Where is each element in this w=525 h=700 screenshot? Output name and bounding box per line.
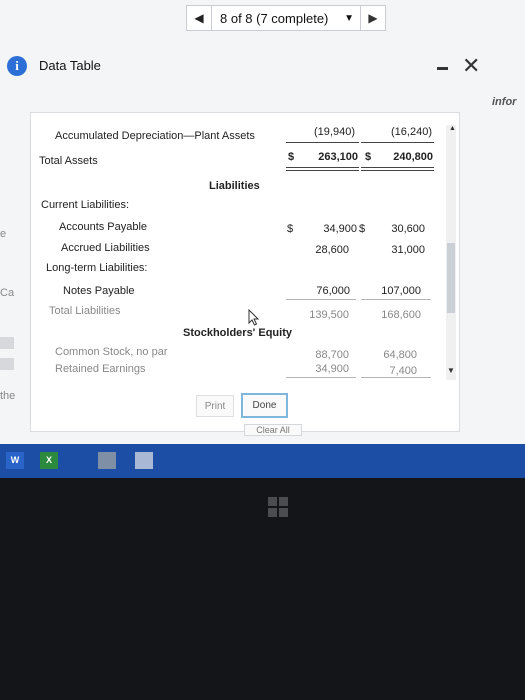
background-text: infor <box>492 96 517 108</box>
dialog-title: Data Table <box>39 58 101 73</box>
data-table-panel: Accumulated Depreciation—Plant Assets (1… <box>30 112 460 432</box>
background-text: the <box>0 390 16 402</box>
monitor-bezel <box>0 478 525 700</box>
previous-question-button[interactable]: ◀ <box>187 6 212 30</box>
done-button[interactable]: Done <box>241 393 288 418</box>
currency-symbol: $ <box>365 151 372 163</box>
next-question-button[interactable]: ▶ <box>360 6 385 30</box>
underline <box>361 299 431 300</box>
minimize-icon[interactable] <box>437 67 448 70</box>
cell-value: 168,600 <box>381 309 421 321</box>
dialog-header: i Data Table ✕ <box>0 45 525 87</box>
cell-value: (16,240) <box>391 126 432 138</box>
scroll-down-icon[interactable]: ▼ <box>447 366 455 375</box>
cell-value: 28,600 <box>315 244 349 256</box>
section-heading: Liabilities <box>209 180 260 192</box>
cell-value: 31,000 <box>391 244 425 256</box>
cell-value: 88,700 <box>315 349 349 361</box>
row-label: Notes Payable <box>63 285 135 297</box>
row-label: Retained Earnings <box>55 363 146 375</box>
screen: ◀ 8 of 8 (7 complete) ▼ ▶ i Data Table ✕… <box>0 0 525 460</box>
double-underline <box>286 170 359 171</box>
cell-value: 139,500 <box>309 309 349 321</box>
mouse-cursor-icon <box>248 309 260 326</box>
section-heading: Stockholders' Equity <box>183 327 292 339</box>
app-icon[interactable] <box>135 452 153 469</box>
background-text: Ca <box>0 287 15 299</box>
currency-symbol: $ <box>288 151 295 163</box>
cell-value: 34,900 <box>323 223 357 235</box>
underline <box>361 142 434 143</box>
cell-value: (19,940) <box>314 126 355 138</box>
question-navigator: ◀ 8 of 8 (7 complete) ▼ ▶ <box>186 5 386 31</box>
cell-value: 7,400 <box>389 365 417 377</box>
double-underline <box>361 167 434 168</box>
app-icon[interactable] <box>98 452 116 469</box>
word-app-icon[interactable]: W <box>6 452 24 469</box>
cell-value: 34,900 <box>315 363 349 375</box>
row-label: Accounts Payable <box>59 221 148 233</box>
underline <box>286 142 359 143</box>
progress-label: 8 of 8 (7 complete) <box>220 10 329 26</box>
clear-all-button[interactable]: Clear All <box>244 424 302 436</box>
row-label: Current Liabilities: <box>41 199 130 211</box>
row-label: Total Liabilities <box>49 305 121 317</box>
cell-value: 263,100 <box>318 151 358 163</box>
cell-value: 30,600 <box>391 223 425 235</box>
double-underline <box>286 167 359 168</box>
cell-value: 64,800 <box>383 349 417 361</box>
background-mark <box>0 358 14 370</box>
excel-app-icon[interactable]: X <box>40 452 58 469</box>
underline <box>286 377 356 378</box>
underline <box>286 299 356 300</box>
row-label: Accumulated Depreciation—Plant Assets <box>55 130 255 142</box>
info-icon: i <box>7 56 27 76</box>
row-label: Accrued Liabilities <box>61 242 150 254</box>
underline <box>361 377 431 378</box>
background-text: e <box>0 228 7 240</box>
question-dropdown-icon[interactable]: ▼ <box>338 13 360 24</box>
cell-value: 107,000 <box>381 285 421 297</box>
currency-symbol: $ <box>287 223 294 235</box>
taskbar: W X <box>0 444 525 478</box>
double-underline <box>361 170 434 171</box>
windows-logo-icon <box>268 497 288 517</box>
currency-symbol: $ <box>359 223 366 235</box>
cell-value: 240,800 <box>393 151 433 163</box>
row-label: Long-term Liabilities: <box>46 262 148 274</box>
background-mark <box>0 337 14 349</box>
row-label: Total Assets <box>39 155 98 167</box>
row-label: Common Stock, no par <box>55 346 168 358</box>
table-scrollbar[interactable] <box>446 125 456 380</box>
cell-value: 76,000 <box>316 285 350 297</box>
scrollbar-thumb[interactable] <box>447 243 455 313</box>
print-button[interactable]: Print <box>196 395 234 417</box>
close-icon[interactable]: ✕ <box>462 53 480 79</box>
scroll-up-icon[interactable]: ▲ <box>449 125 456 132</box>
